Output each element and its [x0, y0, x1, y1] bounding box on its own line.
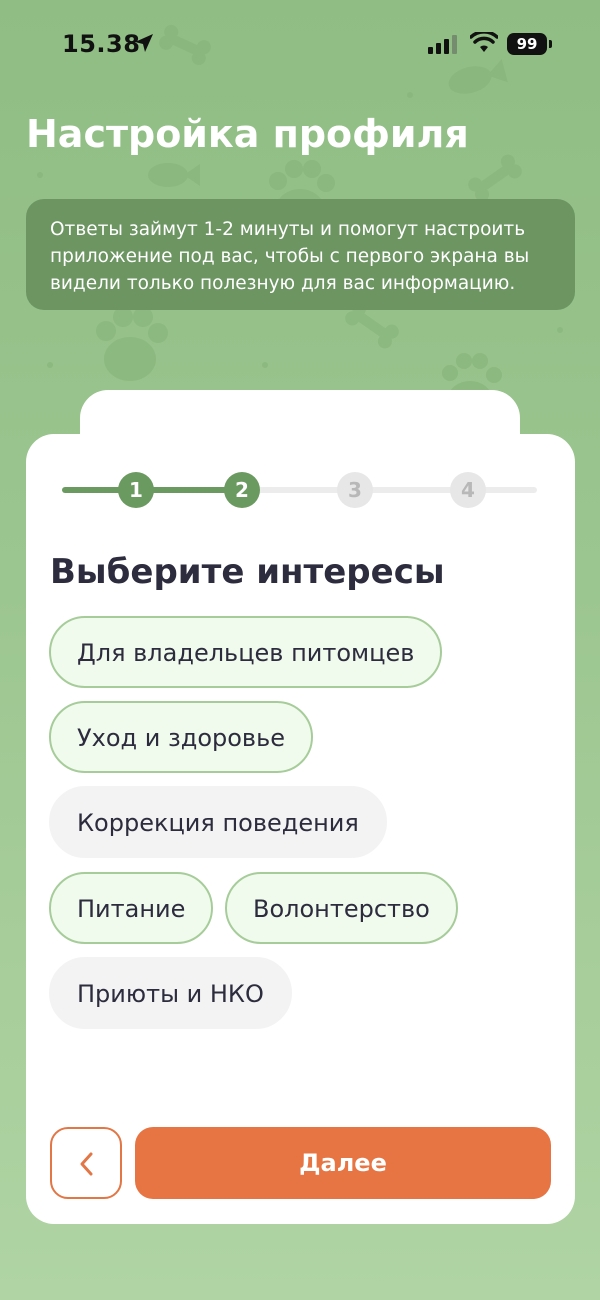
cellular-signal-icon [428, 35, 457, 54]
step-3: 3 [337, 472, 373, 508]
info-text-line: видели только полезную для вас информаци… [50, 273, 516, 294]
chevron-left-icon [80, 1152, 93, 1176]
interest-chip-volunteering[interactable]: Волонтерство [225, 872, 458, 944]
info-text-line: приложение под вас, чтобы с первого экра… [50, 246, 530, 267]
info-banner: Ответы займут 1-2 минуты и помогут настр… [26, 199, 575, 310]
interest-chip-shelters-ngo[interactable]: Приюты и НКО [49, 957, 292, 1029]
battery-tip [549, 40, 552, 48]
stepper-remaining-line [242, 487, 537, 493]
step-2: 2 [224, 472, 260, 508]
location-arrow-icon [135, 34, 153, 52]
info-text-line: Ответы займут 1-2 минуты и помогут настр… [50, 219, 526, 240]
next-button[interactable]: Далее [135, 1127, 551, 1199]
bone-icon [468, 154, 522, 202]
step-4: 4 [450, 472, 486, 508]
status-time: 15.38 [62, 30, 141, 58]
page-title: Настройка профиля [26, 112, 469, 156]
interest-chip-care-health[interactable]: Уход и здоровье [49, 701, 313, 773]
back-button[interactable] [50, 1127, 122, 1199]
step-1: 1 [118, 472, 154, 508]
status-bar: 15.38 99 [0, 0, 600, 90]
wifi-icon [470, 32, 498, 52]
battery-icon: 99 [507, 33, 547, 55]
fish-icon [148, 163, 200, 187]
interest-chip-pet-owners[interactable]: Для владельцев питомцев [49, 616, 443, 688]
interest-chip-behavior-correction[interactable]: Коррекция поведения [49, 786, 387, 858]
progress-stepper: 1 2 3 4 [26, 470, 575, 510]
interest-chip-nutrition[interactable]: Питание [49, 872, 214, 944]
section-title: Выберите интересы [50, 552, 445, 592]
paw-icon [96, 307, 168, 381]
